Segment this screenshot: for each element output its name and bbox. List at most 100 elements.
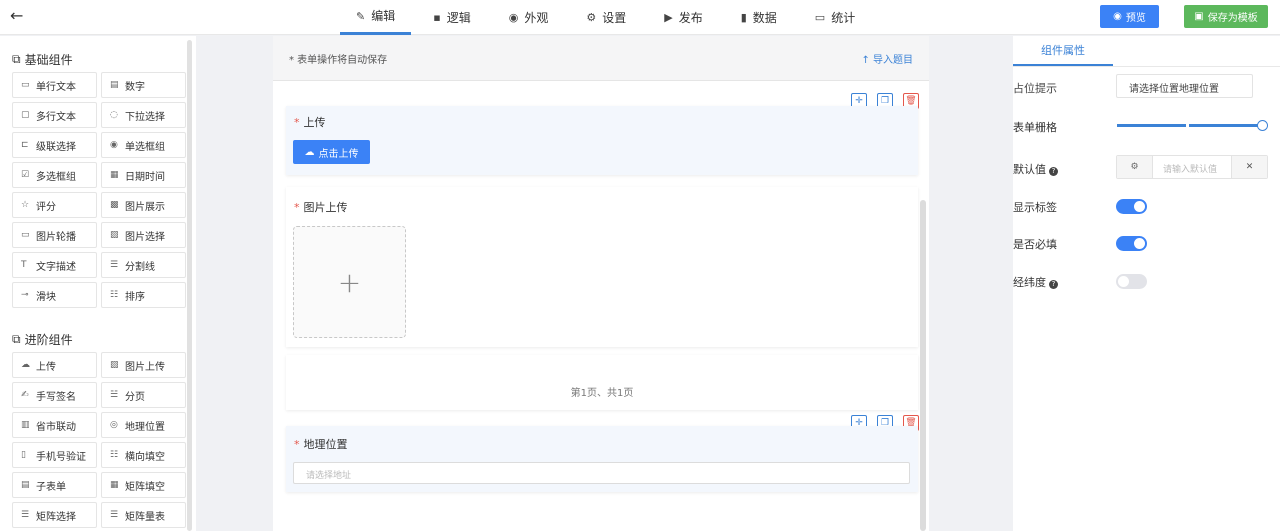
top-bar: ← ✎ 编辑 ▪ 逻辑 ◉ 外观 ⚙ 设置 ▶ 发布 ▮ 数据 ▭ 统计 ◉ 预览 ▣ 保存为模板 xyxy=(0,0,1280,35)
component-item[interactable]: T 文字描述 xyxy=(12,252,97,278)
basic-components-grid: ▭ 单行文本 ▤ 数字 ▢ 多行文本 ◌ 下拉选择 ⊏ 级联选择 ◉ 单选框组 ☑ 多选框组 ▦ 日期时间 ☆ 评… xyxy=(12,72,186,308)
component-item[interactable]: ☷ 排序 xyxy=(101,282,186,308)
component-item[interactable]: ⊸ 滑块 xyxy=(12,282,97,308)
placeholder-input[interactable]: 请选择位置地理位置 xyxy=(1116,74,1253,98)
component-icon: ☑ xyxy=(21,170,30,180)
component-item[interactable]: ▥ 省市联动 xyxy=(12,412,97,438)
component-item[interactable]: ☑ 多选框组 xyxy=(12,162,97,188)
component-item[interactable]: ▯ 手机号验证 xyxy=(12,442,97,468)
preview-button[interactable]: ◉ 预览 xyxy=(1100,5,1159,28)
default-label: 默认值? xyxy=(1013,161,1058,177)
image-upload-plus-icon[interactable]: + xyxy=(293,226,406,338)
component-icon: ◉ xyxy=(110,140,118,150)
upload-field[interactable]: * 上传 ☁ 点击上传 xyxy=(286,106,918,175)
advanced-components-grid: ☁ 上传 ▨ 图片上传 ✍ 手写签名 ☱ 分页 ▥ 省市联动 ◎ 地理位置 ▯ 手机号验证 ☷ 横向填空 ▤ 子表… xyxy=(12,352,186,528)
canvas-scrollbar[interactable] xyxy=(920,200,926,531)
grid-slider-handle[interactable] xyxy=(1257,120,1268,131)
pagination-field[interactable]: 第1页、共1页 xyxy=(286,355,918,410)
component-item[interactable]: ✍ 手写签名 xyxy=(12,382,97,408)
latlng-toggle[interactable] xyxy=(1116,274,1147,289)
component-icon: ▤ xyxy=(21,480,30,490)
component-item[interactable]: ▤ 子表单 xyxy=(12,472,97,498)
component-icon: ☰ xyxy=(110,510,119,520)
component-item[interactable]: ▤ 数字 xyxy=(101,72,186,98)
component-item[interactable]: ☁ 上传 xyxy=(12,352,97,378)
component-item[interactable]: ☆ 评分 xyxy=(12,192,97,218)
advanced-components-title: ⧉ 进阶组件 xyxy=(12,332,73,347)
required-toggle[interactable] xyxy=(1116,236,1147,251)
pagination-text: 第1页、共1页 xyxy=(570,388,634,399)
tab-0[interactable]: ✎ 编辑 xyxy=(340,0,412,35)
tab-1[interactable]: ▪ 逻辑 xyxy=(417,0,486,35)
component-icon: T xyxy=(21,260,27,270)
form-canvas: * 表单操作将自动保存 ↑ 导入题目 ✛ ❐ 🗑 * 上传 ☁ 点击上传 * 图片上传 +… xyxy=(273,36,929,531)
component-item[interactable]: ◎ 地理位置 xyxy=(101,412,186,438)
basic-components-title: ⧉ 基础组件 xyxy=(12,52,73,67)
component-item[interactable]: ☰ 分割线 xyxy=(101,252,186,278)
main-tabs: ✎ 编辑 ▪ 逻辑 ◉ 外观 ⚙ 设置 ▶ 发布 ▮ 数据 ▭ 统计 xyxy=(340,0,877,35)
component-item[interactable]: ☰ 矩阵量表 xyxy=(101,502,186,528)
tab-4[interactable]: ▶ 发布 xyxy=(648,0,718,35)
import-questions-link[interactable]: ↑ 导入题目 xyxy=(861,51,913,66)
component-icon: ▯ xyxy=(21,450,26,460)
component-item[interactable]: ▨ 图片上传 xyxy=(101,352,186,378)
settings-icon[interactable]: ⚙ xyxy=(1117,156,1153,178)
tab-icon: ✎ xyxy=(356,9,366,23)
tab-2[interactable]: ◉ 外观 xyxy=(493,0,565,35)
component-icon: ▦ xyxy=(110,480,119,490)
show-label-label: 显示标签 xyxy=(1013,201,1057,214)
clear-icon[interactable]: ✕ xyxy=(1231,156,1267,178)
geo-location-field[interactable]: * 地理位置 请选择地址 xyxy=(286,426,918,492)
component-item[interactable]: ▨ 图片选择 xyxy=(101,222,186,248)
component-icon: ▥ xyxy=(21,420,30,430)
component-item[interactable]: ◌ 下拉选择 xyxy=(101,102,186,128)
tab-6[interactable]: ▭ 统计 xyxy=(799,0,871,35)
component-icon: ⊸ xyxy=(21,290,29,300)
default-value-input[interactable]: 请输入默认值 xyxy=(1153,156,1231,178)
click-upload-button[interactable]: ☁ 点击上传 xyxy=(293,140,370,164)
component-icon: ☆ xyxy=(21,200,30,210)
component-icon: ☷ xyxy=(110,290,119,300)
sidebar-scrollbar[interactable] xyxy=(187,40,192,531)
cloud-upload-icon: ☁ xyxy=(304,146,315,158)
component-icon: ✍ xyxy=(21,390,29,400)
autosave-note: * 表单操作将自动保存 xyxy=(289,55,388,66)
properties-panel: 组件属性 占位提示 请选择位置地理位置 表单栅格 默认值? ⚙ 请输入默认值 ✕… xyxy=(1013,36,1280,531)
component-item[interactable]: ⊏ 级联选择 xyxy=(12,132,97,158)
component-icon: ◌ xyxy=(110,110,118,120)
component-item[interactable]: ▭ 单行文本 xyxy=(12,72,97,98)
tab-icon: ▶ xyxy=(664,10,673,24)
puzzle-icon: ⧉ xyxy=(12,332,21,346)
save-template-button[interactable]: ▣ 保存为模板 xyxy=(1184,5,1268,28)
eye-icon: ◉ xyxy=(1113,11,1122,22)
help-icon: ? xyxy=(1049,167,1058,176)
tab-component-properties[interactable]: 组件属性 xyxy=(1013,36,1113,66)
component-item[interactable]: ▩ 图片展示 xyxy=(101,192,186,218)
tab-3[interactable]: ⚙ 设置 xyxy=(570,0,642,35)
component-icon: ☁ xyxy=(21,360,30,370)
component-icon: ☰ xyxy=(21,510,30,520)
component-icon: ▨ xyxy=(110,230,119,240)
component-item[interactable]: ☷ 横向填空 xyxy=(101,442,186,468)
grid-slider-track[interactable] xyxy=(1117,124,1263,127)
geo-address-input[interactable]: 请选择地址 xyxy=(293,462,910,484)
grid-label: 表单栅格 xyxy=(1013,121,1057,134)
component-icon: ▩ xyxy=(110,200,119,210)
component-item[interactable]: ▦ 日期时间 xyxy=(101,162,186,188)
component-item[interactable]: ▦ 矩阵填空 xyxy=(101,472,186,498)
component-item[interactable]: ◉ 单选框组 xyxy=(101,132,186,158)
component-item[interactable]: ▢ 多行文本 xyxy=(12,102,97,128)
tab-icon: ⚙ xyxy=(586,10,597,24)
component-item[interactable]: ☰ 矩阵选择 xyxy=(12,502,97,528)
show-label-toggle[interactable] xyxy=(1116,199,1147,214)
component-icon: ☰ xyxy=(110,260,119,270)
component-icon: ▦ xyxy=(110,170,119,180)
component-item[interactable]: ▭ 图片轮播 xyxy=(12,222,97,248)
component-sidebar: ⧉ 基础组件 ▭ 单行文本 ▤ 数字 ▢ 多行文本 ◌ 下拉选择 ⊏ 级联选择 ◉ 单选框组 ☑ 多选框组 ▦… xyxy=(0,36,196,531)
component-item[interactable]: ☱ 分页 xyxy=(101,382,186,408)
tab-5[interactable]: ▮ 数据 xyxy=(725,0,793,35)
placeholder-label: 占位提示 xyxy=(1013,82,1057,95)
image-upload-field[interactable]: * 图片上传 + xyxy=(286,187,918,347)
back-arrow-icon[interactable]: ← xyxy=(10,6,23,25)
component-icon: ▢ xyxy=(21,110,30,120)
